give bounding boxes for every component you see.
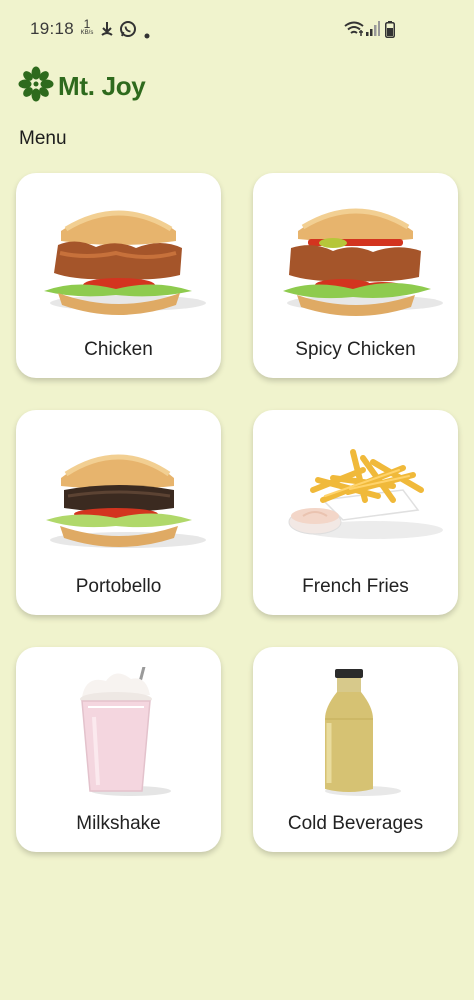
whatsapp-icon (119, 20, 137, 43)
menu-card-chicken[interactable]: Chicken (16, 173, 221, 378)
menu-card-label: Chicken (84, 339, 153, 360)
cold-beverage-bottle-image (325, 669, 401, 796)
menu-card-cold-beverages[interactable]: Cold Beverages (253, 647, 458, 852)
menu-card-label: Cold Beverages (287, 813, 424, 834)
battery-icon (385, 21, 395, 43)
menu-card-milkshake[interactable]: Milkshake (16, 647, 221, 852)
milkshake-image (80, 667, 171, 796)
signal-icon (366, 21, 380, 42)
brand-logo-icon (18, 66, 54, 107)
network-speed-value: 1 (83, 17, 91, 31)
menu-card-label: Milkshake (76, 813, 161, 834)
menu-title: Menu (19, 128, 67, 149)
menu-card-french-fries[interactable]: French Fries (253, 410, 458, 615)
menu-card-spicy-chicken[interactable]: Spicy Chicken (253, 173, 458, 378)
chicken-burger-image (44, 210, 206, 315)
brand-header: Mt. Joy (18, 66, 146, 107)
french-fries-image (288, 449, 443, 539)
brand-name: Mt. Joy (58, 70, 146, 101)
status-bar: 19:18 1 KB/s (0, 0, 474, 60)
spicy-chicken-burger-image (283, 208, 443, 316)
network-speed-unit: KB/s (80, 30, 94, 36)
network-speed: 1 KB/s (78, 18, 96, 36)
menu-card-label: French Fries (302, 576, 409, 597)
menu-card-label: Spicy Chicken (295, 339, 416, 360)
menu-card-label: Portobello (75, 576, 162, 597)
menu-card-portobello[interactable]: Portobello (16, 410, 221, 615)
status-time: 19:18 (30, 19, 75, 38)
download-icon (99, 20, 115, 43)
notification-dot-icon (144, 26, 150, 44)
wifi-icon (344, 21, 364, 42)
portobello-burger-image (46, 454, 206, 548)
